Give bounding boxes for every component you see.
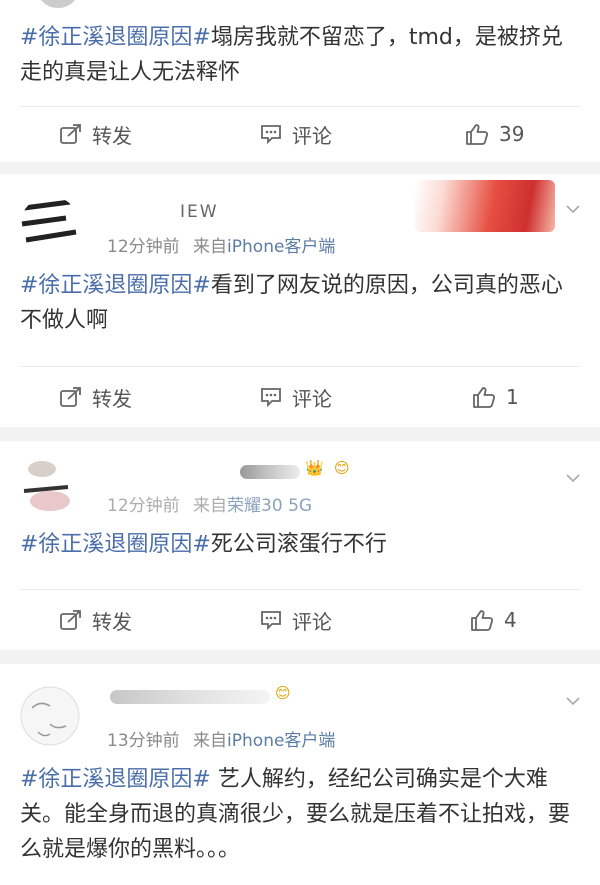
- action-bar: 转发 评论 4: [0, 590, 600, 650]
- source-prefix: 来自: [193, 731, 228, 751]
- hashtag-link[interactable]: #徐正溪退圈原因#: [20, 767, 211, 792]
- avatar[interactable]: [20, 196, 80, 256]
- post-text: #徐正溪退圈原因#死公司滚蛋行不行: [20, 527, 578, 562]
- decoration-banner: [415, 180, 555, 232]
- post-card: 👑 😊 12分钟前 来自荣耀30 5G #徐正溪退圈原因#死公司滚蛋行不行 转发…: [0, 441, 600, 650]
- like-count: 4: [504, 608, 517, 632]
- post-meta: 12分钟前 来自iPhone客户端: [107, 232, 335, 257]
- username[interactable]: IEW: [180, 202, 219, 222]
- hashtag-link[interactable]: #徐正溪退圈原因#: [20, 532, 211, 557]
- like-icon: [473, 387, 496, 408]
- hashtag-link[interactable]: #徐正溪退圈原因#: [20, 273, 211, 298]
- like-button[interactable]: 4: [470, 590, 517, 650]
- repost-button[interactable]: 转发: [60, 590, 132, 650]
- repost-icon: [60, 610, 81, 630]
- comment-icon: [261, 388, 281, 407]
- like-icon: [471, 610, 494, 631]
- post-card-top: #徐正溪退圈原因#塌房我就不留恋了，tmd，是被挤兑走的真是让人无法释怀 转发 …: [0, 0, 600, 162]
- post-body: 死公司滚蛋行不行: [210, 532, 387, 557]
- avatar[interactable]: [20, 455, 80, 515]
- comment-label: 评论: [292, 386, 332, 411]
- comment-button[interactable]: 评论: [260, 367, 332, 427]
- emoji-icon: 😊: [275, 684, 291, 702]
- comment-button[interactable]: 评论: [260, 104, 332, 164]
- like-count: 39: [499, 122, 525, 146]
- action-bar: 转发 评论 1: [0, 367, 600, 427]
- chevron-down-icon[interactable]: [566, 471, 580, 485]
- hashtag-link[interactable]: #徐正溪退圈原因#: [20, 25, 211, 50]
- post-time: 12分钟前: [107, 496, 180, 516]
- post-text: #徐正溪退圈原因#塌房我就不留恋了，tmd，是被挤兑走的真是让人无法释怀: [20, 20, 578, 90]
- avatar[interactable]: [38, 0, 78, 8]
- post-card: 😊 13分钟前 来自iPhone客户端 #徐正溪退圈原因# 艺人解约，经纪公司确…: [0, 664, 600, 885]
- like-button[interactable]: 39: [465, 104, 524, 164]
- post-source[interactable]: 荣耀30 5G: [227, 496, 312, 516]
- source-prefix: 来自: [193, 237, 228, 257]
- chevron-down-icon[interactable]: [566, 202, 580, 216]
- action-bar: 转发 评论 39: [0, 104, 600, 164]
- username[interactable]: [110, 690, 270, 704]
- post-source[interactable]: iPhone客户端: [227, 731, 335, 751]
- like-icon: [466, 124, 489, 145]
- username[interactable]: [240, 465, 300, 479]
- post-time: 13分钟前: [107, 731, 180, 751]
- post-text: #徐正溪退圈原因# 艺人解约，经纪公司确实是个大难关。能全身而退的真滴很少，要么…: [20, 762, 578, 867]
- repost-label: 转发: [92, 123, 132, 148]
- repost-icon: [60, 387, 81, 407]
- repost-button[interactable]: 转发: [60, 104, 132, 164]
- source-prefix: 来自: [193, 496, 228, 516]
- comment-label: 评论: [292, 123, 332, 148]
- post-card: IEW 12分钟前 来自iPhone客户端 #徐正溪退圈原因#看到了网友说的原因…: [0, 174, 600, 427]
- like-count: 1: [506, 385, 519, 409]
- post-text: #徐正溪退圈原因#看到了网友说的原因，公司真的恶心不做人啊: [20, 268, 578, 338]
- like-button[interactable]: 1: [472, 367, 519, 427]
- post-meta: 13分钟前 来自iPhone客户端: [107, 726, 335, 751]
- post-source[interactable]: iPhone客户端: [227, 237, 335, 257]
- comment-label: 评论: [292, 609, 332, 634]
- repost-button[interactable]: 转发: [60, 367, 132, 427]
- post-meta: 12分钟前 来自荣耀30 5G: [107, 491, 312, 516]
- repost-label: 转发: [92, 386, 132, 411]
- chevron-down-icon[interactable]: [566, 694, 580, 708]
- badge-icon: 👑: [305, 459, 324, 477]
- repost-label: 转发: [92, 609, 132, 634]
- avatar[interactable]: [20, 686, 80, 746]
- repost-icon: [60, 124, 81, 144]
- comment-icon: [261, 611, 281, 630]
- emoji-icon: 😊: [334, 459, 350, 477]
- post-time: 12分钟前: [107, 237, 180, 257]
- comment-icon: [261, 125, 281, 144]
- comment-button[interactable]: 评论: [260, 590, 332, 650]
